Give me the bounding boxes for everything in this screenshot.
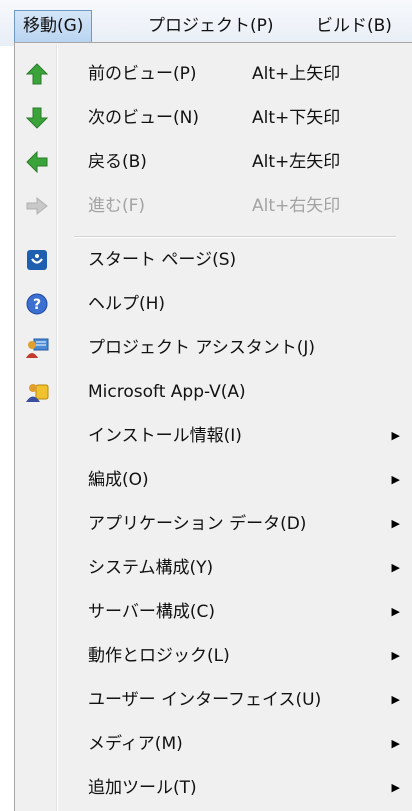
menu-go[interactable]: 移動(G) bbox=[14, 10, 93, 42]
up-arrow-icon bbox=[24, 61, 50, 87]
menu-item-label: サーバー構成(C) bbox=[88, 602, 215, 622]
menu-item-shortcut: Alt+下矢印 bbox=[252, 108, 341, 128]
menu-item-shortcut: Alt+右矢印 bbox=[252, 196, 341, 216]
svg-text:?: ? bbox=[33, 297, 41, 313]
submenu-arrow-icon: ▶ bbox=[391, 605, 400, 618]
menu-item-user-interface[interactable]: ユーザー インターフェイス(U) ▶ bbox=[14, 678, 412, 722]
menu-item-label: 編成(O) bbox=[88, 470, 149, 490]
menu-item-label: 前のビュー(P) bbox=[88, 64, 197, 84]
menu-item-label: 追加ツール(T) bbox=[88, 778, 197, 798]
menu-item-behavior-logic[interactable]: 動作とロジック(L) ▶ bbox=[14, 634, 412, 678]
submenu-arrow-icon: ▶ bbox=[391, 561, 400, 574]
menu-item-server-config[interactable]: サーバー構成(C) ▶ bbox=[14, 590, 412, 634]
menu-item-label: スタート ページ(S) bbox=[88, 250, 237, 270]
menu-item-label: 進む(F) bbox=[88, 196, 146, 216]
submenu-arrow-icon: ▶ bbox=[391, 429, 400, 442]
submenu-arrow-icon: ▶ bbox=[391, 649, 400, 662]
menu-item-shortcut: Alt+左矢印 bbox=[252, 152, 341, 172]
start-page-icon bbox=[24, 247, 50, 273]
menu-item-next-view[interactable]: 次のビュー(N) Alt+下矢印 bbox=[14, 96, 412, 140]
submenu-arrow-icon: ▶ bbox=[391, 473, 400, 486]
menu-item-label: メディア(M) bbox=[88, 734, 183, 754]
menu-build[interactable]: ビルド(B) bbox=[308, 10, 400, 42]
menu-item-organization[interactable]: 編成(O) ▶ bbox=[14, 458, 412, 502]
menu-item-install-info[interactable]: インストール情報(I) ▶ bbox=[14, 414, 412, 458]
app-v-icon bbox=[24, 379, 50, 405]
submenu-arrow-icon: ▶ bbox=[391, 781, 400, 794]
menu-item-back[interactable]: 戻る(B) Alt+左矢印 bbox=[14, 140, 412, 184]
menu-item-application-data[interactable]: アプリケーション データ(D) ▶ bbox=[14, 502, 412, 546]
help-icon: ? bbox=[24, 291, 50, 317]
menu-item-label: Microsoft App-V(A) bbox=[88, 382, 246, 402]
menu-item-app-v[interactable]: Microsoft App-V(A) bbox=[14, 370, 412, 414]
menu-item-additional-tools[interactable]: 追加ツール(T) ▶ bbox=[14, 766, 412, 810]
menu-item-system-config[interactable]: システム構成(Y) ▶ bbox=[14, 546, 412, 590]
menu-item-label: プロジェクト アシスタント(J) bbox=[88, 338, 316, 358]
menu-item-project-assistant[interactable]: プロジェクト アシスタント(J) bbox=[14, 326, 412, 370]
submenu-arrow-icon: ▶ bbox=[391, 517, 400, 530]
forward-arrow-icon bbox=[24, 193, 50, 219]
back-arrow-icon bbox=[24, 149, 50, 175]
menu-item-label: インストール情報(I) bbox=[88, 426, 242, 446]
menu-item-forward: 進む(F) Alt+右矢印 bbox=[14, 184, 412, 228]
menu-bar: 移動(G) プロジェクト(P) ビルド(B) bbox=[0, 0, 412, 46]
menu-item-label: 次のビュー(N) bbox=[88, 108, 199, 128]
submenu-arrow-icon: ▶ bbox=[391, 737, 400, 750]
project-assistant-icon bbox=[24, 335, 50, 361]
menu-item-label: アプリケーション データ(D) bbox=[88, 514, 307, 534]
menu-item-label: 動作とロジック(L) bbox=[88, 646, 230, 666]
menu-item-label: ヘルプ(H) bbox=[88, 294, 166, 314]
menu-item-label: 戻る(B) bbox=[88, 152, 147, 172]
submenu-arrow-icon: ▶ bbox=[391, 693, 400, 706]
menu-item-start-page[interactable]: スタート ページ(S) bbox=[14, 238, 412, 282]
menu-item-previous-view[interactable]: 前のビュー(P) Alt+上矢印 bbox=[14, 52, 412, 96]
menu-item-media[interactable]: メディア(M) ▶ bbox=[14, 722, 412, 766]
menu-project[interactable]: プロジェクト(P) bbox=[140, 10, 282, 42]
down-arrow-icon bbox=[24, 105, 50, 131]
menu-item-help[interactable]: ? ヘルプ(H) bbox=[14, 282, 412, 326]
menu-item-shortcut: Alt+上矢印 bbox=[252, 64, 341, 84]
menu-item-label: ユーザー インターフェイス(U) bbox=[88, 690, 322, 710]
menu-item-label: システム構成(Y) bbox=[88, 558, 214, 578]
